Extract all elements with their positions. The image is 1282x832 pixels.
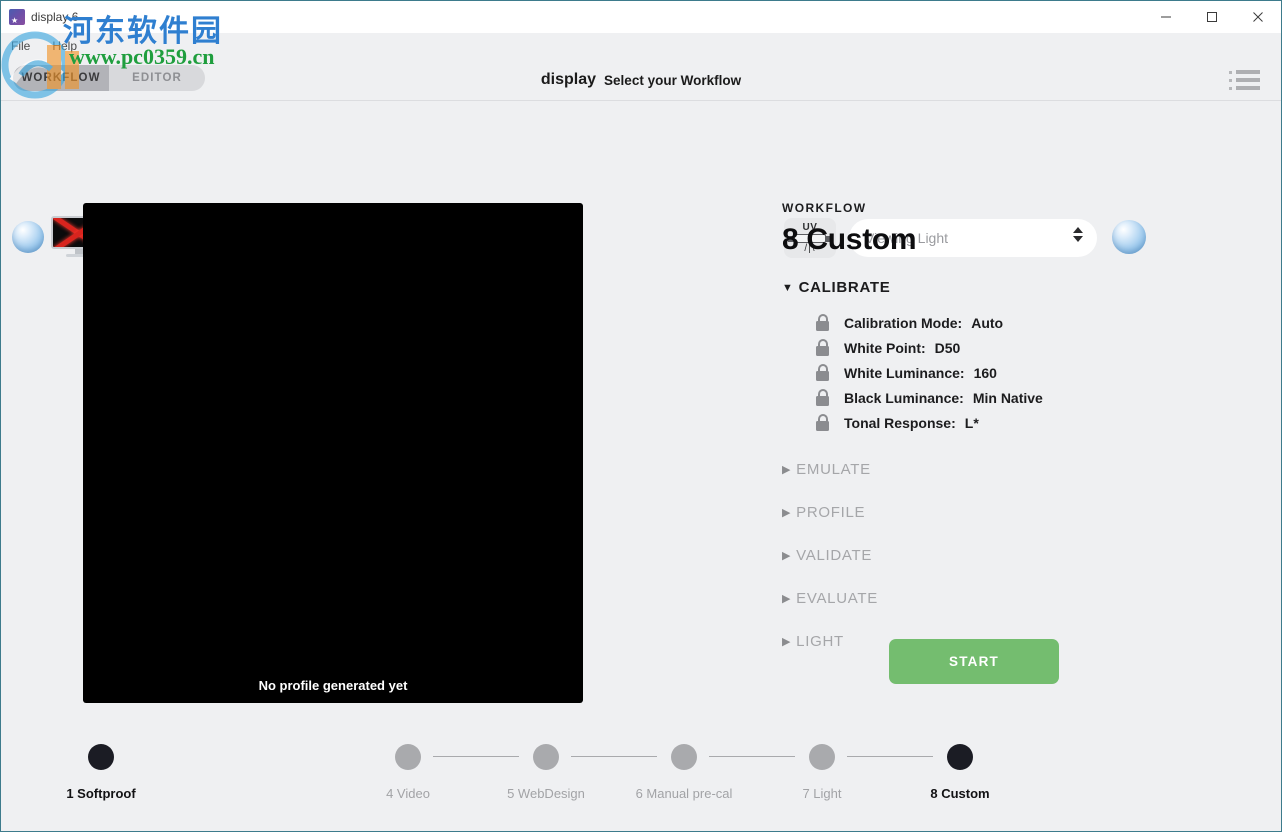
triangle-right-icon: ▶ xyxy=(782,636,792,648)
section-validate-label: VALIDATE xyxy=(796,547,873,564)
triangle-down-icon: ▼ xyxy=(782,282,794,294)
triangle-right-icon: ▶ xyxy=(782,550,792,562)
calibrate-properties: Calibration Mode: Auto White Point: D50 … xyxy=(782,310,1252,435)
step-label: 8 Custom xyxy=(930,786,990,801)
unlocked-padlock-icon[interactable] xyxy=(816,364,831,381)
unlocked-padlock-icon[interactable] xyxy=(816,339,831,356)
property-label: Black Luminance: xyxy=(844,389,964,406)
property-row[interactable]: Black Luminance: Min Native xyxy=(782,385,1252,410)
workflow-panel: WORKFLOW 8 Custom ▼ CALIBRATE Calibration… xyxy=(782,201,1252,650)
header-subtitle: Select your Workflow xyxy=(604,72,742,88)
workflow-stepper: 1 Softproof 4 Video 5 WebDesign 6 Manual… xyxy=(1,736,1281,826)
property-value: Auto xyxy=(971,314,1004,331)
property-value: L* xyxy=(964,414,979,431)
section-evaluate[interactable]: ▶ EVALUATE xyxy=(782,590,1252,607)
section-profile[interactable]: ▶ PROFILE xyxy=(782,504,1252,521)
list-menu-icon[interactable] xyxy=(1229,70,1263,90)
profile-preview: No profile generated yet xyxy=(83,203,583,703)
property-label: Tonal Response: xyxy=(844,414,956,431)
step-4-video[interactable]: 4 Video xyxy=(343,744,473,801)
window-title: display 6 xyxy=(31,10,79,24)
unlocked-padlock-icon[interactable] xyxy=(816,414,831,431)
section-calibrate[interactable]: ▼ CALIBRATE xyxy=(782,279,1252,296)
section-evaluate-label: EVALUATE xyxy=(796,590,878,607)
unlocked-padlock-icon[interactable] xyxy=(816,389,831,406)
step-dot xyxy=(395,744,421,770)
title-bar: display 6 xyxy=(1,1,1281,33)
workflow-kicker: WORKFLOW xyxy=(782,201,867,215)
triangle-right-icon: ▶ xyxy=(782,464,792,476)
property-row[interactable]: Tonal Response: L* xyxy=(782,410,1252,435)
device-toolbar: PHL 274E5 UV /|\ Viewing Light xyxy=(1,102,1281,261)
property-value: Min Native xyxy=(972,389,1043,406)
property-label: White Point: xyxy=(844,339,926,356)
property-row[interactable]: White Point: D50 xyxy=(782,335,1252,360)
close-icon[interactable] xyxy=(1235,1,1281,33)
menu-bar: File Help xyxy=(1,33,99,59)
property-label: White Luminance: xyxy=(844,364,965,381)
application-window: display 6 File Help WORKFLOW EDITOR disp… xyxy=(0,0,1282,832)
minimize-icon[interactable] xyxy=(1143,1,1189,33)
triangle-right-icon: ▶ xyxy=(782,593,792,605)
start-button[interactable]: START xyxy=(889,639,1059,684)
step-7-light[interactable]: 7 Light xyxy=(757,744,887,801)
window-controls xyxy=(1143,1,1281,33)
step-label: 6 Manual pre-cal xyxy=(635,786,733,801)
step-dot xyxy=(533,744,559,770)
preview-message: No profile generated yet xyxy=(258,678,408,693)
menu-item-file[interactable]: File xyxy=(11,39,30,53)
step-6-manual-pre-cal[interactable]: 6 Manual pre-cal xyxy=(619,744,749,801)
step-label: 5 WebDesign xyxy=(507,786,585,801)
section-light-label: LIGHT xyxy=(796,633,844,650)
property-value: 160 xyxy=(973,364,997,381)
property-row[interactable]: White Luminance: 160 xyxy=(782,360,1252,385)
tabs-row: WORKFLOW EDITOR display Select your Work… xyxy=(1,59,1281,101)
blue-sphere-icon-left xyxy=(12,221,44,253)
step-dot xyxy=(947,744,973,770)
step-dot xyxy=(671,744,697,770)
step-dot xyxy=(88,744,114,770)
step-label: 4 Video xyxy=(386,786,430,801)
section-emulate-label: EMULATE xyxy=(796,461,871,478)
step-label: 7 Light xyxy=(802,786,842,801)
section-calibrate-label: CALIBRATE xyxy=(798,279,891,296)
display-app-icon xyxy=(9,9,25,25)
property-row[interactable]: Calibration Mode: Auto xyxy=(782,310,1252,335)
workflow-title: 8 Custom xyxy=(782,223,917,256)
header-brand-block: display Select your Workflow xyxy=(1,59,1281,101)
unlocked-padlock-icon[interactable] xyxy=(816,314,831,331)
property-label: Calibration Mode: xyxy=(844,314,963,331)
brand-name: display xyxy=(540,71,597,88)
triangle-right-icon: ▶ xyxy=(782,507,792,519)
step-dot xyxy=(809,744,835,770)
section-validate[interactable]: ▶ VALIDATE xyxy=(782,547,1252,564)
maximize-icon[interactable] xyxy=(1189,1,1235,33)
step-label: 1 Softproof xyxy=(66,786,136,801)
section-emulate[interactable]: ▶ EMULATE xyxy=(782,461,1252,478)
step-5-webdesign[interactable]: 5 WebDesign xyxy=(481,744,611,801)
section-profile-label: PROFILE xyxy=(796,504,866,521)
step-8-custom[interactable]: 8 Custom xyxy=(895,744,1025,801)
menu-item-help[interactable]: Help xyxy=(52,39,77,53)
step-1-softproof[interactable]: 1 Softproof xyxy=(36,744,166,801)
property-value: D50 xyxy=(934,339,961,356)
